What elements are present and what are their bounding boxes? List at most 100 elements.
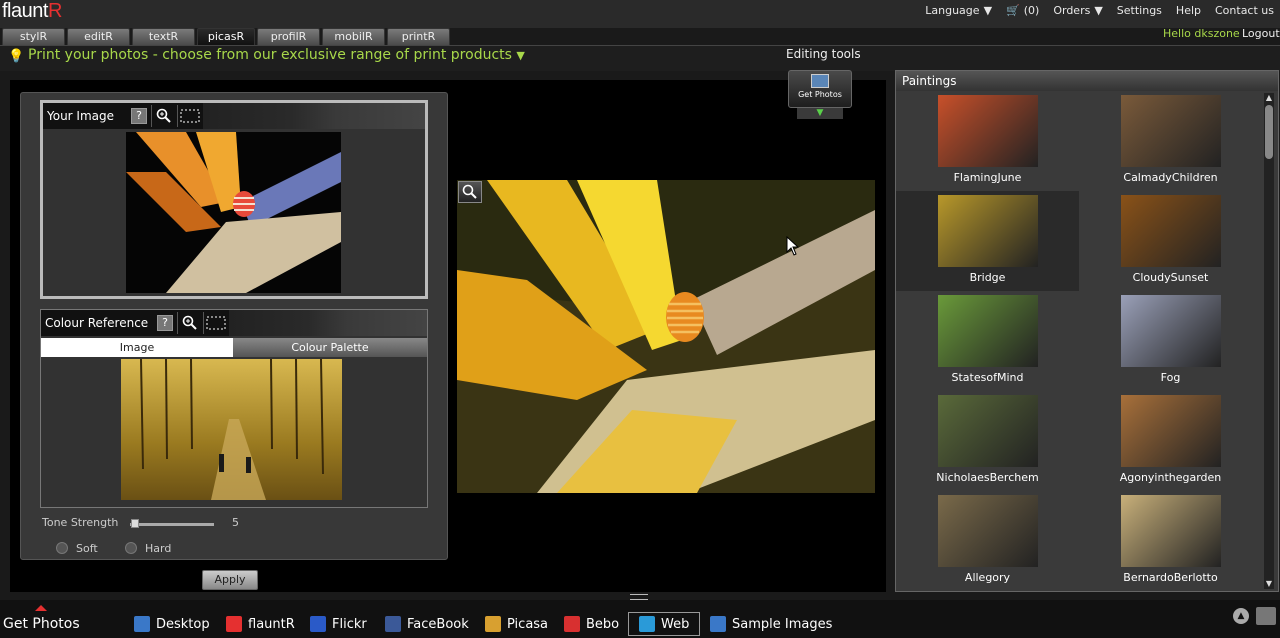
select-button[interactable] xyxy=(203,312,227,334)
triangle-down-icon[interactable]: ▼ xyxy=(797,108,843,119)
painting-name: Agonyinthegarden xyxy=(1119,471,1222,484)
source-picasa[interactable]: Picasa xyxy=(485,612,548,636)
scroll-down-icon[interactable]: ▼ xyxy=(1264,579,1274,589)
zoom-icon xyxy=(462,184,477,199)
source-desktop[interactable]: Desktop xyxy=(134,612,210,636)
painting-item[interactable]: CloudySunset xyxy=(1079,191,1262,291)
cart-link[interactable]: 🛒 (0) xyxy=(1006,4,1039,17)
canvas-zoom-button[interactable] xyxy=(458,181,482,203)
painting-thumbnail xyxy=(938,395,1038,467)
main-preview-canvas[interactable] xyxy=(457,180,875,493)
web-icon xyxy=(639,616,655,632)
painting-item[interactable]: Fog xyxy=(1079,291,1262,391)
painting-item[interactable]: Agonyinthegarden xyxy=(1079,391,1262,491)
painting-thumbnail xyxy=(1121,95,1221,167)
zoom-button[interactable] xyxy=(151,105,175,127)
painting-item[interactable]: Bridge xyxy=(896,191,1079,291)
bebo-icon xyxy=(564,616,580,632)
source-bebo[interactable]: Bebo xyxy=(564,612,619,636)
cart-icon: 🛒 xyxy=(1006,4,1020,17)
source-facebook[interactable]: FaceBook xyxy=(385,612,469,636)
tone-strength-label: Tone Strength xyxy=(42,516,119,529)
source-web[interactable]: Web xyxy=(628,612,701,636)
orders-menu[interactable]: Orders ▼ xyxy=(1053,4,1102,17)
tab-editr[interactable]: editR xyxy=(67,28,130,45)
painting-name: NicholaesBerchem xyxy=(936,471,1039,484)
expand-icon[interactable] xyxy=(1256,607,1276,625)
tagline-menu[interactable]: Print your photos - choose from our excl… xyxy=(28,47,525,63)
picasa-icon xyxy=(485,616,501,632)
tone-strength-value: 5 xyxy=(232,516,239,529)
language-menu[interactable]: Language ▼ xyxy=(925,4,992,17)
up-arrow-icon[interactable]: ▲ xyxy=(1233,608,1249,624)
get-photos-button[interactable]: Get Photos xyxy=(788,70,852,108)
marquee-icon xyxy=(206,316,225,330)
soft-radio[interactable] xyxy=(56,542,68,554)
scrollbar-thumb[interactable] xyxy=(1265,105,1273,159)
scroll-up-icon[interactable]: ▲ xyxy=(1264,93,1274,103)
sample-images-icon xyxy=(710,616,726,632)
tab-colour-palette[interactable]: Colour Palette xyxy=(233,338,427,357)
chevron-down-icon: ▼ xyxy=(1094,4,1103,17)
flauntr-icon xyxy=(226,616,242,632)
painting-item[interactable]: Allegory xyxy=(896,491,1079,591)
facebook-icon xyxy=(385,616,401,632)
editing-tools-label: Editing tools xyxy=(786,47,861,61)
painting-thumbnail xyxy=(1121,495,1221,567)
tab-picasr[interactable]: picasR xyxy=(197,28,255,45)
lightbulb-icon: 💡 xyxy=(8,49,25,64)
painting-item[interactable]: CalmadyChildren xyxy=(1079,91,1262,191)
colour-reference-image[interactable] xyxy=(121,359,342,500)
logout-link[interactable]: Logout xyxy=(1242,27,1280,40)
tab-stylr[interactable]: stylR xyxy=(2,28,65,45)
your-image-thumbnail[interactable] xyxy=(126,132,341,293)
painting-name: CalmadyChildren xyxy=(1123,171,1218,184)
tab-mobilr[interactable]: mobilR xyxy=(322,28,385,45)
flauntr-logo[interactable]: flauntR xyxy=(2,0,62,23)
painting-item[interactable]: NicholaesBerchem xyxy=(896,391,1079,491)
painting-item[interactable]: BernardoBerlotto xyxy=(1079,491,1262,591)
help-link[interactable]: Help xyxy=(1176,4,1201,17)
zoom-button[interactable] xyxy=(177,312,201,334)
select-button[interactable] xyxy=(177,105,201,127)
painting-thumbnail xyxy=(938,195,1038,267)
painting-name: Bridge xyxy=(969,271,1006,284)
tab-profilr[interactable]: profilR xyxy=(257,28,320,45)
source-flickr[interactable]: Flickr xyxy=(310,612,367,636)
contact-link[interactable]: Contact us xyxy=(1215,4,1274,17)
hard-label: Hard xyxy=(145,542,172,555)
soft-label: Soft xyxy=(76,542,98,555)
chevron-down-icon: ▼ xyxy=(516,49,525,62)
your-image-panel: Your Image ? xyxy=(40,100,428,299)
source-sample-images[interactable]: Sample Images xyxy=(710,612,832,636)
panel-title: Your Image xyxy=(47,109,115,123)
caret-up-icon[interactable] xyxy=(35,605,47,611)
tone-strength-slider[interactable] xyxy=(131,519,139,528)
settings-link[interactable]: Settings xyxy=(1117,4,1162,17)
paintings-title: Paintings xyxy=(896,71,1278,91)
tone-strength-track[interactable] xyxy=(130,523,214,526)
paintings-scrollbar[interactable]: ▲ ▼ xyxy=(1264,93,1274,589)
tab-printr[interactable]: printR xyxy=(387,28,450,45)
painting-name: Fog xyxy=(1160,371,1181,384)
painting-thumbnail xyxy=(938,495,1038,567)
marquee-icon xyxy=(180,109,199,123)
hard-radio[interactable] xyxy=(125,542,137,554)
chevron-down-icon: ▼ xyxy=(983,4,993,17)
painting-item[interactable]: FlamingJune xyxy=(896,91,1079,191)
tab-textr[interactable]: textR xyxy=(132,28,195,45)
painting-item[interactable]: StatesofMind xyxy=(896,291,1079,391)
mouse-cursor-icon xyxy=(786,236,800,256)
help-button[interactable]: ? xyxy=(131,108,147,124)
painting-thumbnail xyxy=(1121,195,1221,267)
paintings-grid: FlamingJune CalmadyChildren Bridge CloudySu… xyxy=(896,91,1262,591)
painting-name: CloudySunset xyxy=(1132,271,1209,284)
source-flauntr[interactable]: flauntR xyxy=(226,612,295,636)
top-nav: Language ▼ 🛒 (0) Orders ▼ Settings Help Con… xyxy=(925,4,1274,17)
zoom-icon xyxy=(182,315,197,330)
apply-button[interactable]: Apply xyxy=(202,570,258,590)
tab-image[interactable]: Image xyxy=(41,338,233,357)
help-button[interactable]: ? xyxy=(157,315,173,331)
colour-reference-panel: Colour Reference ? Image Colour Palette xyxy=(40,309,428,508)
painting-name: FlamingJune xyxy=(953,171,1022,184)
